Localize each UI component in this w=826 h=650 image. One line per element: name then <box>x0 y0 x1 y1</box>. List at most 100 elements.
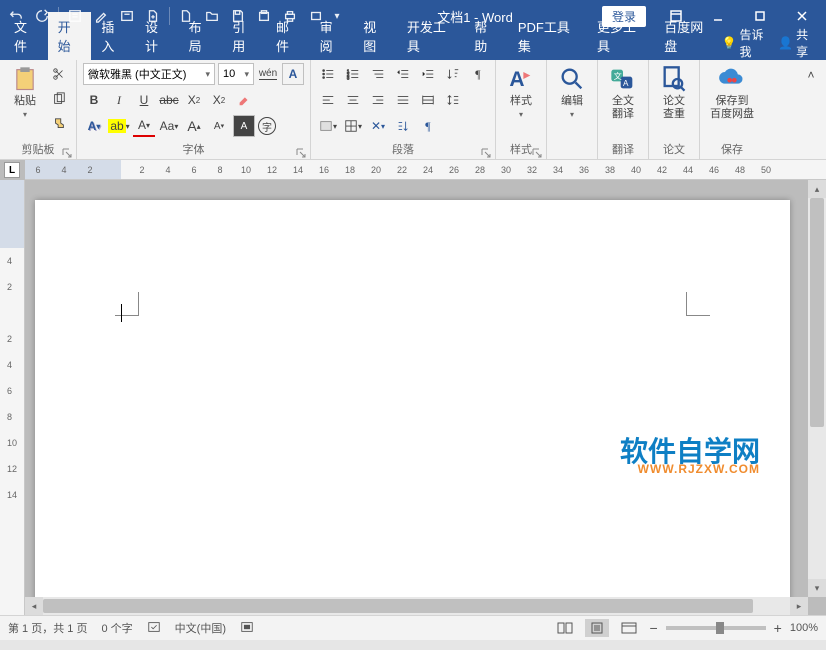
undo-button[interactable] <box>4 4 28 28</box>
underline-button[interactable]: U <box>133 89 155 111</box>
character-border-button[interactable]: A <box>282 63 304 85</box>
group-save-cloud: 保存到百度网盘 保存 <box>700 60 764 159</box>
zoom-slider[interactable] <box>666 626 766 630</box>
shading-button[interactable]: ▾ <box>317 115 339 137</box>
font-launcher[interactable] <box>296 145 308 157</box>
vertical-scrollbar[interactable]: ▴ ▾ <box>808 180 826 597</box>
find-icon <box>558 65 586 93</box>
vertical-ruler[interactable]: 422468101214 <box>0 180 25 615</box>
scroll-left-button[interactable]: ◂ <box>25 597 43 615</box>
print-button[interactable] <box>278 4 302 28</box>
zoom-out-button[interactable]: − <box>649 620 657 636</box>
zoom-in-button[interactable]: + <box>774 620 782 636</box>
tab-baidu[interactable]: 百度网盘 <box>654 12 721 60</box>
circled-char-button[interactable]: 字 <box>258 117 276 135</box>
change-case-button[interactable]: Aa▾ <box>158 115 180 137</box>
read-mode-button[interactable] <box>553 619 577 637</box>
print-layout-button[interactable] <box>585 619 609 637</box>
distribute-button[interactable] <box>417 89 439 111</box>
qat-more-button[interactable]: ▾ <box>330 4 344 28</box>
zoom-level[interactable]: 100% <box>790 622 818 634</box>
scroll-up-button[interactable]: ▴ <box>808 180 826 198</box>
italic-button[interactable]: I <box>108 89 130 111</box>
justify-button[interactable] <box>392 89 414 111</box>
strikethrough-button[interactable]: abc <box>158 89 180 111</box>
paste-button[interactable]: 粘贴 ▾ <box>6 63 44 121</box>
decrease-indent-button[interactable] <box>392 63 414 85</box>
align-right-button[interactable] <box>367 89 389 111</box>
increase-indent-button[interactable] <box>417 63 439 85</box>
qat-icon[interactable] <box>252 4 276 28</box>
subscript-button[interactable]: X2 <box>183 89 205 111</box>
new-button[interactable] <box>174 4 198 28</box>
tab-more[interactable]: 更多工具 <box>587 12 654 60</box>
scroll-thumb[interactable] <box>43 599 753 613</box>
margin-corner-icon <box>115 292 139 316</box>
format-painter-button[interactable] <box>48 113 70 135</box>
web-layout-button[interactable] <box>617 619 641 637</box>
group-font: 微软雅黑 (中文正文)▾ 10▾ wén A B I U abc X2 X2 A… <box>77 60 311 159</box>
shrink-font-button[interactable]: A▾ <box>208 115 230 137</box>
qat-icon[interactable] <box>115 4 139 28</box>
tab-developer[interactable]: 开发工具 <box>397 12 464 60</box>
scroll-down-button[interactable]: ▾ <box>808 579 826 597</box>
tab-pdf[interactable]: PDF工具集 <box>508 12 587 60</box>
phonetic-guide-button[interactable]: wén <box>257 63 279 85</box>
paragraph-marks-button[interactable]: ¶ <box>417 115 439 137</box>
tab-selector[interactable]: L <box>4 162 20 178</box>
qat-icon[interactable] <box>141 4 165 28</box>
translate-button[interactable]: 文A 全文翻译 <box>604 63 642 123</box>
superscript-button[interactable]: X2 <box>208 89 230 111</box>
styles-launcher[interactable] <box>532 145 544 157</box>
spellcheck-icon[interactable] <box>147 620 161 637</box>
word-count-status[interactable]: 0 个字 <box>101 620 132 636</box>
sort-para-button[interactable] <box>392 115 414 137</box>
horizontal-scrollbar[interactable]: ◂ ▸ <box>25 597 808 615</box>
cut-button[interactable] <box>48 63 70 85</box>
paper-check-button[interactable]: 论文查重 <box>655 63 693 123</box>
grow-font-button[interactable]: A▴ <box>183 115 205 137</box>
numbering-button[interactable]: 123 <box>342 63 364 85</box>
language-status[interactable]: 中文(中国) <box>175 620 226 636</box>
qat-icon[interactable] <box>304 4 328 28</box>
tab-view[interactable]: 视图 <box>353 12 397 60</box>
align-center-button[interactable] <box>342 89 364 111</box>
line-spacing-button[interactable] <box>442 89 464 111</box>
clear-format-button[interactable] <box>233 89 255 111</box>
save-cloud-button[interactable]: 保存到百度网盘 <box>706 63 758 123</box>
show-marks-button[interactable]: ¶ <box>467 63 489 85</box>
editing-button[interactable]: 编辑▾ <box>553 63 591 121</box>
share-button[interactable]: 👤 共享 <box>778 26 816 60</box>
clipboard-launcher[interactable] <box>62 145 74 157</box>
scroll-right-button[interactable]: ▸ <box>790 597 808 615</box>
enclosed-char-button[interactable]: A <box>233 115 255 137</box>
tell-me-button[interactable]: 💡 告诉我 <box>722 26 771 60</box>
redo-button[interactable] <box>30 4 54 28</box>
bold-button[interactable]: B <box>83 89 105 111</box>
sort-button[interactable] <box>442 63 464 85</box>
paragraph-launcher[interactable] <box>481 145 493 157</box>
macro-icon[interactable] <box>240 620 254 637</box>
tab-help[interactable]: 帮助 <box>464 12 508 60</box>
copy-button[interactable] <box>48 88 70 110</box>
horizontal-ruler[interactable]: 6422468101214161820222426283032343638404… <box>25 160 826 180</box>
align-left-button[interactable] <box>317 89 339 111</box>
scroll-thumb[interactable] <box>810 198 824 427</box>
collapse-ribbon-button[interactable]: ˄ <box>800 64 822 86</box>
styles-button[interactable]: A 样式▾ <box>502 63 540 121</box>
bullets-button[interactable] <box>317 63 339 85</box>
borders-button[interactable]: ▾ <box>342 115 364 137</box>
qat-icon[interactable] <box>89 4 113 28</box>
open-button[interactable] <box>200 4 224 28</box>
text-effects-button[interactable]: A▾ <box>83 115 105 137</box>
highlight-button[interactable]: ab▾ <box>108 115 130 137</box>
multilevel-button[interactable] <box>367 63 389 85</box>
font-color-button[interactable]: A▾ <box>133 115 155 137</box>
qat-icon[interactable] <box>63 4 87 28</box>
font-name-select[interactable]: 微软雅黑 (中文正文)▾ <box>83 63 215 85</box>
font-size-select[interactable]: 10▾ <box>218 63 254 85</box>
page[interactable]: 软件自学网 WWW.RJZXW.COM <box>35 200 790 597</box>
asian-layout-button[interactable]: ✕▾ <box>367 115 389 137</box>
page-number-status[interactable]: 第 1 页，共 1 页 <box>8 620 87 636</box>
save-button[interactable] <box>226 4 250 28</box>
